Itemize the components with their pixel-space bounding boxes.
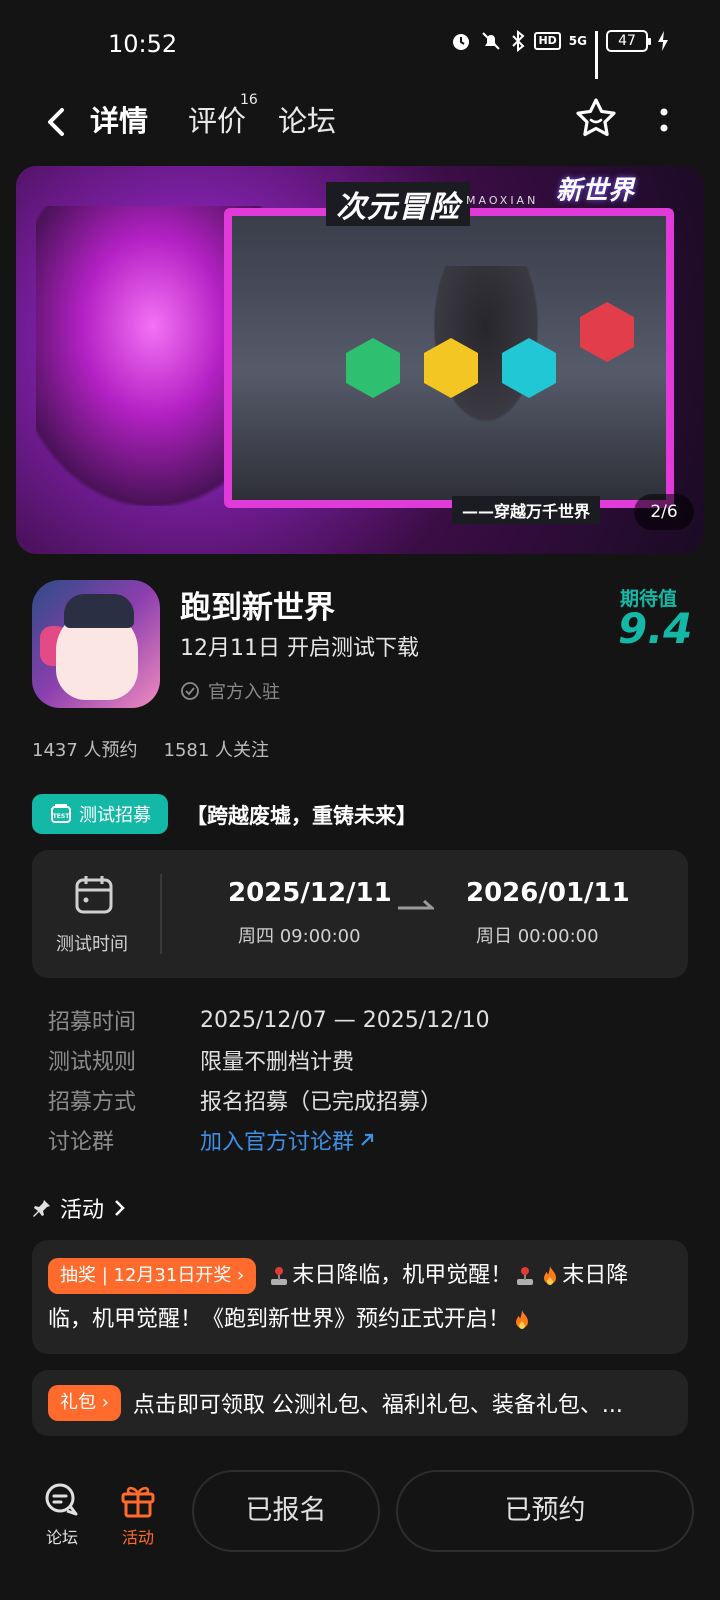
test-badge-icon: TEST	[51, 804, 71, 823]
hex-node-yellow	[424, 338, 478, 398]
test-end-time: 周日 00:00:00	[476, 926, 599, 947]
info-value: 2025/12/07 — 2025/12/10	[200, 1007, 490, 1033]
official-badge: 官方入驻	[180, 678, 280, 704]
chevron-right-icon	[115, 1200, 125, 1216]
info-key: 招募时间	[48, 1010, 137, 1035]
back-arrow-icon[interactable]	[38, 102, 78, 142]
bottom-activity-label: 活动	[121, 1528, 154, 1547]
lottery-activity-card[interactable]: 抽奖 | 12月31日开奖 › 末日降临，机甲觉醒！ 末日降临，机甲觉醒！《跑到新世…	[32, 1240, 688, 1354]
charging-icon	[658, 31, 668, 51]
status-bar: 10:52 HD 5G 47	[0, 0, 720, 90]
hd-badge: HD	[534, 32, 561, 50]
test-recruit-badge: TEST 测试招募	[32, 794, 168, 834]
card-divider	[160, 874, 162, 954]
mute-bell-icon	[482, 32, 501, 50]
banner-logo: 新世界	[556, 176, 635, 206]
review-count-badge: 16	[240, 92, 258, 108]
status-icons: HD 5G 47	[450, 30, 670, 79]
calendar-icon	[75, 876, 113, 914]
more-options-icon[interactable]	[652, 104, 676, 138]
app-release-date: 12月11日 开启测试下载	[180, 636, 419, 661]
app-icon	[32, 580, 160, 708]
status-time: 10:52	[108, 30, 178, 58]
svg-text:TEST: TEST	[53, 813, 71, 820]
info-row-recruit-method: 招募方式 报名招募（已完成招募）	[48, 1080, 688, 1120]
official-label: 官方入驻	[208, 682, 280, 703]
lottery-tag: 抽奖 | 12月31日开奖 ›	[48, 1258, 257, 1294]
fire-icon	[544, 1266, 557, 1285]
follower-count: 1581 人关注	[163, 740, 270, 761]
test-end-date: 2026/01/11	[466, 878, 630, 908]
banner-slogan: ——穿越万千世界	[452, 496, 601, 524]
test-time-card: 测试时间 2025/12/11 周四 09:00:00 2026/01/11 周…	[32, 850, 688, 978]
hex-node-green	[346, 338, 400, 398]
bottom-forum-label: 论坛	[45, 1528, 78, 1547]
tab-detail-label: 详情	[90, 104, 149, 138]
recruit-title: 【跨越废墟，重铸未来】	[186, 804, 417, 828]
reservation-count: 1437 人预约	[32, 740, 138, 761]
test-time-label: 测试时间	[56, 934, 128, 955]
info-key: 测试规则	[48, 1050, 137, 1075]
activity-section-header[interactable]: 活动	[32, 1192, 128, 1224]
forum-chat-icon	[45, 1483, 78, 1516]
app-stats: 1437 人预约 1581 人关注	[32, 736, 269, 762]
tab-review[interactable]: 评价 16	[188, 92, 258, 140]
banner-page-counter: 2/6	[634, 494, 694, 530]
info-row-recruit-time: 招募时间 2025/12/07 — 2025/12/10	[48, 1000, 688, 1040]
info-key: 讨论群	[48, 1130, 115, 1155]
game-banner[interactable]: 次元冒险 MAOXIAN 新世界 ——穿越万千世界 2/6	[16, 166, 704, 554]
signal-icon	[595, 31, 598, 79]
banner-title: 次元冒险	[326, 182, 470, 226]
bottom-action-bar: 论坛 活动 已报名 已预约	[0, 1460, 720, 1600]
info-row-discussion-group: 讨论群 加入官方讨论群	[48, 1120, 688, 1160]
bluetooth-icon	[512, 30, 525, 52]
gift-text: 点击即可领取 公测礼包、福利礼包、装备礼包、...	[132, 1393, 623, 1418]
test-start-time: 周四 09:00:00	[238, 926, 361, 947]
bottom-activity-button[interactable]: 活动	[108, 1480, 168, 1548]
pin-icon	[33, 1200, 50, 1217]
hex-node-cyan	[502, 338, 556, 398]
activity-section-title: 活动	[60, 1198, 105, 1223]
info-key: 招募方式	[48, 1090, 137, 1115]
expectation-score: 9.4	[618, 604, 693, 653]
arrow-right-icon	[398, 899, 434, 910]
test-start-date: 2025/12/11	[228, 878, 392, 908]
join-group-link[interactable]: 加入官方讨论群	[200, 1124, 376, 1156]
lottery-activity-text: 抽奖 | 12月31日开奖 › 末日降临，机甲觉醒！ 末日降临，机甲觉醒！《跑到新世…	[48, 1254, 672, 1342]
app-icon-cap	[64, 594, 134, 628]
info-value: 限量不删档计费	[200, 1050, 355, 1075]
fire-icon	[516, 1310, 529, 1329]
reserved-button[interactable]: 已预约	[396, 1470, 694, 1552]
banner-hex-nodes	[346, 302, 634, 398]
network-type: 5G	[568, 34, 587, 48]
app-name: 跑到新世界	[180, 590, 335, 626]
tab-review-label: 评价	[188, 104, 247, 138]
external-link-icon	[361, 1133, 374, 1146]
join-group-label: 加入官方讨论群	[200, 1130, 355, 1155]
info-value: 报名招募（已完成招募）	[200, 1090, 443, 1115]
battery-level: 47	[606, 30, 651, 52]
info-row-test-rule: 测试规则 限量不删档计费	[48, 1040, 688, 1080]
alarm-icon	[453, 34, 470, 50]
tab-forum[interactable]: 论坛	[278, 98, 336, 140]
gift-icon	[121, 1486, 155, 1518]
banner-subtitle: MAOXIAN	[466, 194, 539, 207]
joystick-icon	[271, 1267, 288, 1285]
bottom-forum-button[interactable]: 论坛	[32, 1480, 92, 1548]
test-recruit-label: 测试招募	[79, 805, 151, 826]
top-nav: 详情 评价 16 论坛	[0, 90, 720, 160]
gift-activity-card[interactable]: 礼包 › 点击即可领取 公测礼包、福利礼包、装备礼包、...	[32, 1370, 688, 1436]
tab-detail[interactable]: 详情	[88, 98, 151, 140]
gift-tag: 礼包 ›	[48, 1385, 121, 1421]
lottery-text-a: 末日降临，机甲觉醒！	[292, 1263, 513, 1288]
tab-forum-label: 论坛	[278, 104, 337, 138]
joystick-icon	[517, 1267, 534, 1285]
check-circle-icon	[181, 682, 199, 700]
favorite-star-icon[interactable]	[574, 96, 618, 140]
recruit-info-list: 招募时间 2025/12/07 — 2025/12/10 测试规则 限量不删档计…	[48, 1000, 688, 1160]
signed-up-button[interactable]: 已报名	[192, 1470, 380, 1552]
